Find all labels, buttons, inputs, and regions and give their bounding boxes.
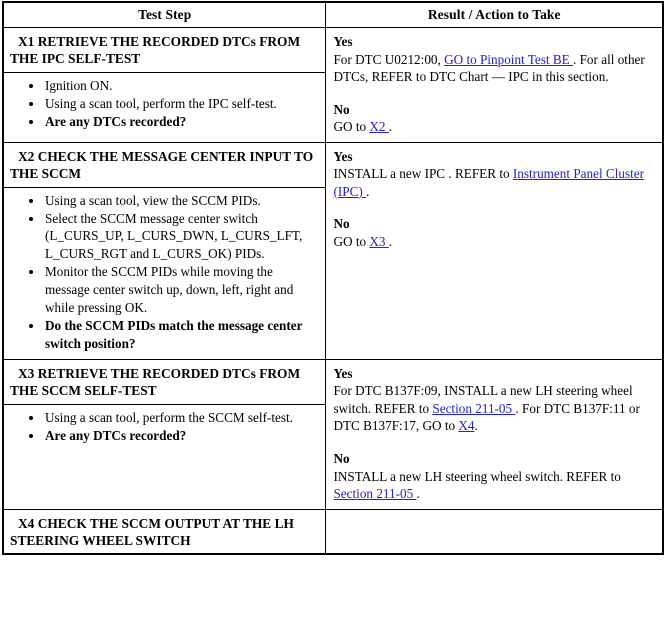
column-header-result-action: Result / Action to Take	[325, 1, 664, 28]
pinpoint-test-table: Test Step Result / Action to Take X1 RET…	[2, 1, 664, 556]
result-label-no: No	[333, 450, 350, 466]
list-item: Using a scan tool, perform the IPC self-…	[44, 95, 319, 113]
reference-link[interactable]: X4	[458, 418, 474, 433]
step-instruction-list: Using a scan tool, perform the SCCM self…	[4, 409, 319, 445]
result-text-fragment: .	[474, 418, 478, 434]
step-instruction-list: Ignition ON.Using a scan tool, perform t…	[4, 77, 319, 131]
result-action-cell-x2: Yes INSTALL a new IPC . REFER to Instrume…	[325, 141, 664, 360]
result-label-no: No	[333, 101, 350, 117]
result-text-fragment: INSTALL a new LH steering wheel switch. …	[333, 468, 621, 484]
test-step-cell-x3: X3 RETRIEVE THE RECORDED DTCs FROM THE S…	[2, 358, 327, 510]
result-text-fragment: For DTC U0212:00,	[333, 51, 445, 67]
reference-link[interactable]: X2	[369, 119, 388, 134]
step-body-x1: Ignition ON.Using a scan tool, perform t…	[4, 73, 325, 138]
reference-link[interactable]: Section 211-05	[432, 401, 515, 416]
result-text-fragment: INSTALL a new IPC . REFER to	[333, 166, 513, 182]
result-text: For DTC B137F:09, INSTALL a new LH steer…	[333, 382, 656, 435]
reference-link[interactable]: X3	[369, 234, 388, 249]
reference-link[interactable]: Section 211-05	[333, 486, 416, 501]
step-instruction-list: Using a scan tool, view the SCCM PIDs.Se…	[4, 192, 319, 353]
result-spacer	[333, 86, 656, 101]
pinpoint-table-container: Test Step Result / Action to Take X1 RET…	[2, 0, 664, 556]
test-step-cell-x1: X1 RETRIEVE THE RECORDED DTCs FROM THE I…	[2, 27, 327, 143]
test-step-cell-x2: X2 CHECK THE MESSAGE CENTER INPUT TO THE…	[2, 141, 327, 360]
result-text: INSTALL a new IPC . REFER to Instrument …	[333, 165, 656, 200]
step-title-x4: X4 CHECK THE SCCM OUTPUT AT THE LH STEER…	[10, 515, 294, 549]
table-row: X2 CHECK THE MESSAGE CENTER INPUT TO THE…	[2, 141, 664, 360]
table-row: X3 RETRIEVE THE RECORDED DTCs FROM THE S…	[2, 358, 664, 510]
result-action-cell-x3: Yes For DTC B137F:09, INSTALL a new LH st…	[325, 358, 664, 510]
result-label-no: No	[333, 216, 350, 232]
test-step-cell-x4: X4 CHECK THE SCCM OUTPUT AT THE LH STEER…	[2, 508, 327, 555]
list-item: Monitor the SCCM PIDs while moving the m…	[44, 263, 319, 316]
table-header-row: Test Step Result / Action to Take	[2, 1, 664, 28]
step-body-x2: Using a scan tool, view the SCCM PIDs.Se…	[4, 188, 325, 359]
list-item: Using a scan tool, view the SCCM PIDs.	[44, 192, 319, 210]
step-title-x1: X1 RETRIEVE THE RECORDED DTCs FROM THE I…	[4, 28, 326, 73]
result-label-yes: Yes	[333, 365, 353, 381]
result-text: For DTC U0212:00, GO to Pinpoint Test BE…	[333, 51, 656, 86]
list-item: Do the SCCM PIDs match the message cente…	[44, 317, 319, 352]
table-row: X1 RETRIEVE THE RECORDED DTCs FROM THE I…	[2, 27, 664, 143]
reference-link[interactable]: GO to Pinpoint Test BE	[444, 52, 573, 67]
result-spacer	[333, 200, 656, 215]
table-row: X4 CHECK THE SCCM OUTPUT AT THE LH STEER…	[2, 508, 664, 555]
result-text-fragment: GO to	[333, 119, 370, 135]
result-label-yes: Yes	[333, 148, 353, 164]
list-item: Using a scan tool, perform the SCCM self…	[44, 409, 319, 427]
result-action-cell-x4	[325, 508, 664, 555]
result-text-fragment: .	[416, 486, 420, 502]
result-text: INSTALL a new LH steering wheel switch. …	[333, 468, 656, 503]
result-text: GO to X2 .	[333, 118, 656, 136]
column-header-test-step: Test Step	[2, 1, 327, 28]
list-item: Select the SCCM message center switch (L…	[44, 210, 319, 263]
list-item: Ignition ON.	[44, 77, 319, 95]
result-action-cell-x1: Yes For DTC U0212:00, GO to Pinpoint Test…	[325, 27, 664, 143]
step-body-x3: Using a scan tool, perform the SCCM self…	[4, 405, 325, 451]
list-item: Are any DTCs recorded?	[44, 113, 319, 131]
table-body: X1 RETRIEVE THE RECORDED DTCs FROM THE I…	[2, 27, 664, 555]
result-label-yes: Yes	[333, 34, 353, 49]
step-title-x3: X3 RETRIEVE THE RECORDED DTCs FROM THE S…	[4, 360, 326, 405]
result-text-fragment: .	[388, 119, 393, 135]
result-spacer	[333, 435, 656, 450]
result-text: GO to X3 .	[333, 233, 656, 251]
result-text-fragment: GO to	[333, 233, 370, 249]
result-text-fragment: .	[388, 233, 393, 249]
result-text-fragment: .	[366, 183, 370, 199]
step-title-x2: X2 CHECK THE MESSAGE CENTER INPUT TO THE…	[4, 143, 326, 188]
list-item: Are any DTCs recorded?	[44, 427, 319, 445]
